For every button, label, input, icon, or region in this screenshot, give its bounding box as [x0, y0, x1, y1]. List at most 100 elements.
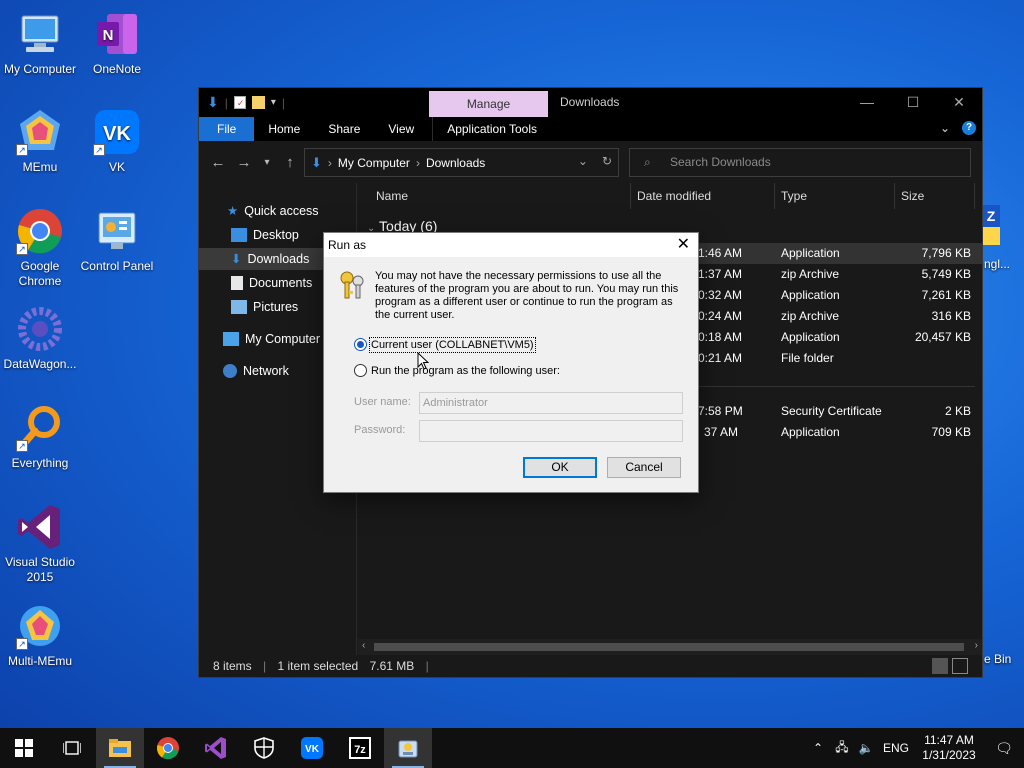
- desktop-icon-visual-studio[interactable]: Visual Studio 2015: [0, 503, 80, 585]
- tab-file[interactable]: File: [199, 117, 255, 141]
- tab-view[interactable]: View: [374, 117, 428, 141]
- customize-toolbar-icon[interactable]: ▾: [271, 97, 276, 108]
- username-label: User name:: [354, 396, 411, 408]
- clock[interactable]: 11:47 AM 1/31/2023: [914, 733, 984, 763]
- radio-other-user-button[interactable]: [354, 364, 367, 377]
- radio-current-user[interactable]: Current user (COLLABNET\VM5): [354, 336, 536, 353]
- taskbar-security[interactable]: [240, 728, 288, 768]
- shortcut-arrow-icon: ↗: [16, 638, 28, 650]
- run-as-dialog[interactable]: Run as ✕ You may not have the necessary …: [323, 232, 699, 493]
- taskbar-runas-app[interactable]: [384, 728, 432, 768]
- permission-message: You may not have the necessary permissio…: [375, 270, 679, 321]
- refresh-icon[interactable]: ↻: [602, 154, 612, 168]
- windows-logo-icon: [15, 739, 33, 757]
- svg-text:7z: 7z: [354, 744, 366, 756]
- minimize-button[interactable]: —: [844, 88, 890, 117]
- password-field[interactable]: [419, 420, 683, 442]
- recycle-bin-label[interactable]: e Bin: [984, 652, 1011, 666]
- scroll-left-icon[interactable]: ‹: [362, 640, 365, 651]
- language-indicator[interactable]: ENG: [878, 741, 914, 755]
- radio-other-user[interactable]: Run the program as the following user:: [354, 364, 560, 377]
- table-row[interactable]: 1:46 AM Application 7,796 KB: [698, 243, 982, 264]
- details-view-icon[interactable]: [932, 658, 948, 674]
- network-tray-icon[interactable]: 🖧: [830, 738, 854, 759]
- properties-icon[interactable]: ✓: [233, 96, 246, 109]
- column-size[interactable]: Size: [895, 183, 975, 209]
- nav-network[interactable]: Network: [223, 360, 289, 382]
- desktop-icon-chrome[interactable]: ↗ Google Chrome: [0, 207, 80, 289]
- username-field[interactable]: Administrator: [419, 392, 683, 414]
- 7zip-icon: 7z: [349, 737, 371, 759]
- desktop-icon-multi-memu[interactable]: ↗ Multi-MEmu: [0, 602, 80, 669]
- taskbar-vk[interactable]: VK: [288, 728, 336, 768]
- table-row[interactable]: 7:58 PM Security Certificate 2 KB: [698, 401, 982, 422]
- title-bar[interactable]: ⬇ | ✓ ▾ | Manage Downloads — ☐ ✕: [199, 88, 982, 117]
- nav-desktop[interactable]: Desktop: [231, 224, 299, 246]
- table-row[interactable]: 0:21 AM File folder: [698, 348, 982, 369]
- new-folder-icon[interactable]: [251, 96, 265, 109]
- up-button[interactable]: ↑: [277, 154, 303, 171]
- search-input[interactable]: ⌕ Search Downloads: [629, 148, 971, 177]
- desktop-icon-label: MEmu: [22, 160, 58, 174]
- tab-application-tools[interactable]: Application Tools: [432, 117, 551, 141]
- table-row[interactable]: 1:37 AM zip Archive 5,749 KB: [698, 264, 982, 285]
- desktop-icon-memu[interactable]: ↗ MEmu: [0, 108, 80, 175]
- desktop-icon-control-panel[interactable]: Control Panel: [77, 207, 157, 274]
- downloads-folder-icon: ⬇: [311, 154, 322, 170]
- cancel-button[interactable]: Cancel: [607, 457, 681, 478]
- desktop-icon-datawagon[interactable]: DataWagon...: [0, 305, 80, 372]
- taskbar-chrome[interactable]: [144, 728, 192, 768]
- tab-share[interactable]: Share: [314, 117, 374, 141]
- start-button[interactable]: [0, 728, 48, 768]
- nav-my-computer[interactable]: My Computer: [223, 328, 320, 350]
- table-row[interactable]: 0:24 AM zip Archive 316 KB: [698, 306, 982, 327]
- desktop-icon-onenote[interactable]: N OneNote: [77, 10, 157, 77]
- dialog-title-bar[interactable]: Run as ✕: [324, 233, 698, 257]
- column-date-modified[interactable]: Date modified: [631, 183, 775, 209]
- table-row[interactable]: 0:18 AM Application 20,457 KB: [698, 327, 982, 348]
- desktop-icon-my-computer[interactable]: My Computer: [0, 10, 80, 77]
- address-dropdown-icon[interactable]: ⌄: [578, 154, 588, 168]
- desktop-icon-everything[interactable]: ↗ Everything: [0, 404, 80, 471]
- table-row[interactable]: 37 AM Application 709 KB: [698, 422, 982, 443]
- nav-documents[interactable]: Documents: [231, 272, 312, 294]
- table-row[interactable]: 0:32 AM Application 7,261 KB: [698, 285, 982, 306]
- nav-pictures[interactable]: Pictures: [231, 296, 298, 318]
- help-icon[interactable]: ?: [962, 121, 976, 135]
- partial-desktop-icon[interactable]: Z: [982, 205, 1000, 245]
- taskbar-file-explorer[interactable]: [96, 728, 144, 768]
- notifications-icon[interactable]: 🗨: [984, 740, 1024, 757]
- horizontal-scrollbar[interactable]: ‹ ›: [358, 639, 982, 655]
- radio-other-user-label[interactable]: Run the program as the following user:: [371, 365, 560, 377]
- large-icons-view-icon[interactable]: [952, 658, 968, 674]
- breadcrumb-my-computer[interactable]: My Computer: [338, 156, 410, 170]
- maximize-button[interactable]: ☐: [890, 88, 936, 117]
- volume-icon[interactable]: 🔈: [854, 741, 878, 755]
- back-button[interactable]: ←: [205, 154, 231, 171]
- ok-button[interactable]: OK: [523, 457, 597, 478]
- taskbar-7zip[interactable]: 7z: [336, 728, 384, 768]
- breadcrumb-downloads[interactable]: Downloads: [426, 156, 485, 170]
- window-title: Downloads: [560, 95, 620, 109]
- tab-home[interactable]: Home: [254, 117, 314, 141]
- column-name[interactable]: Name: [358, 183, 631, 209]
- scroll-right-icon[interactable]: ›: [975, 640, 978, 651]
- tab-manage[interactable]: Manage: [429, 91, 548, 117]
- radio-current-user-button[interactable]: [354, 338, 367, 351]
- arrow-down-icon[interactable]: ⬇: [207, 94, 219, 111]
- radio-current-user-label[interactable]: Current user (COLLABNET\VM5): [369, 336, 536, 353]
- desktop-icon-vk[interactable]: VK ↗ VK: [77, 108, 157, 175]
- recent-locations-button[interactable]: ▾: [257, 157, 277, 168]
- taskbar-visual-studio[interactable]: [192, 728, 240, 768]
- dialog-close-icon[interactable]: ✕: [677, 233, 690, 257]
- task-view-button[interactable]: [48, 728, 96, 768]
- nav-quick-access[interactable]: ★ Quick access: [227, 200, 319, 222]
- desktop-folder-icon: [231, 228, 247, 242]
- column-type[interactable]: Type: [775, 183, 895, 209]
- close-button[interactable]: ✕: [936, 88, 982, 117]
- forward-button[interactable]: →: [231, 154, 257, 171]
- chevron-up-icon[interactable]: ⌃: [806, 741, 830, 755]
- scrollbar-thumb[interactable]: [374, 643, 964, 651]
- address-bar[interactable]: ⬇ › My Computer › Downloads ⌄ ↻: [304, 148, 619, 177]
- expand-ribbon-icon[interactable]: ⌄: [940, 121, 950, 135]
